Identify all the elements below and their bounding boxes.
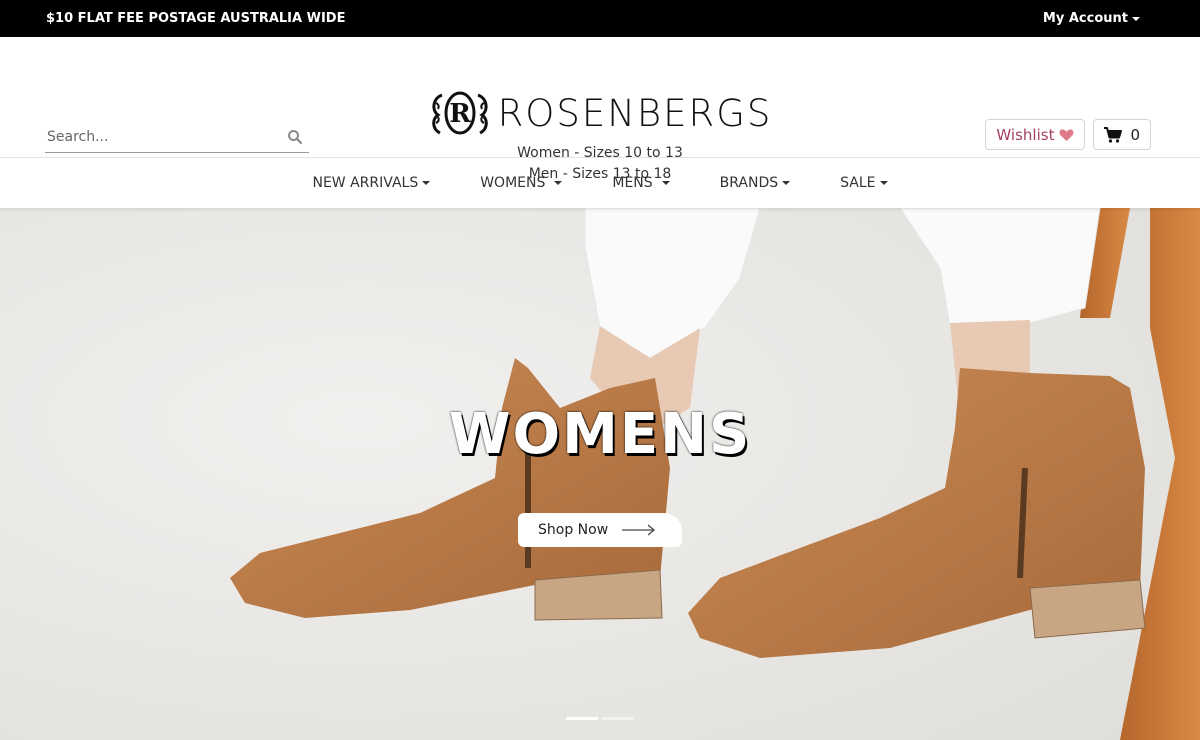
hero-banner[interactable] [0,208,1200,740]
shopping-cart-icon [1104,126,1123,143]
arrow-right-icon [622,524,656,536]
chevron-down-icon [661,181,670,185]
chevron-down-icon [1132,16,1140,21]
logo-monogram-icon: R [431,91,488,135]
nav-label: SALE [840,175,876,191]
chevron-down-icon [422,181,431,185]
nav-label: WOMENS [480,175,546,191]
carousel-dot[interactable] [566,717,598,720]
chevron-down-icon [782,181,791,185]
hero-title: WOMENS [448,402,752,467]
nav-label: NEW ARRIVALS [312,175,419,191]
nav-brands[interactable]: BRANDS [695,158,815,208]
shop-now-label: Shop Now [538,522,609,538]
wishlist-label: Wishlist [996,125,1055,144]
svg-text:R: R [449,99,471,129]
nav-mens[interactable]: MENS [587,158,694,208]
hero-boots-image [0,208,1200,740]
heart-icon [1059,128,1074,141]
my-account-label: My Account [1042,11,1128,26]
site-header: R ROSENBERGS Women - Sizes 10 to 13 Men … [0,37,1200,182]
site-logo[interactable]: R ROSENBERGS [428,89,773,137]
header-actions: Wishlist 0 [985,119,1151,150]
carousel-dot[interactable] [602,717,634,720]
shipping-promo: $10 FLAT FEE POSTAGE AUSTRALIA WIDE [46,11,346,26]
top-banner: $10 FLAT FEE POSTAGE AUSTRALIA WIDE My A… [0,0,1200,37]
main-nav: NEW ARRIVALS WOMENS MENS BRANDS SALE [0,158,1200,208]
chevron-down-icon [554,181,563,185]
nav-label: MENS [612,175,653,191]
nav-label: BRANDS [719,175,779,191]
cart-count: 0 [1130,125,1140,144]
nav-sale[interactable]: SALE [815,158,912,208]
brand-name: ROSENBERGS [497,91,773,135]
shop-now-button[interactable]: Shop Now [518,513,682,547]
carousel-indicators [566,717,634,720]
my-account-dropdown[interactable]: My Account [1043,11,1140,26]
nav-womens[interactable]: WOMENS [455,158,587,208]
cart-button[interactable]: 0 [1093,119,1151,150]
nav-new-arrivals[interactable]: NEW ARRIVALS [287,158,455,208]
wishlist-button[interactable]: Wishlist [985,119,1086,150]
chevron-down-icon [879,181,888,185]
